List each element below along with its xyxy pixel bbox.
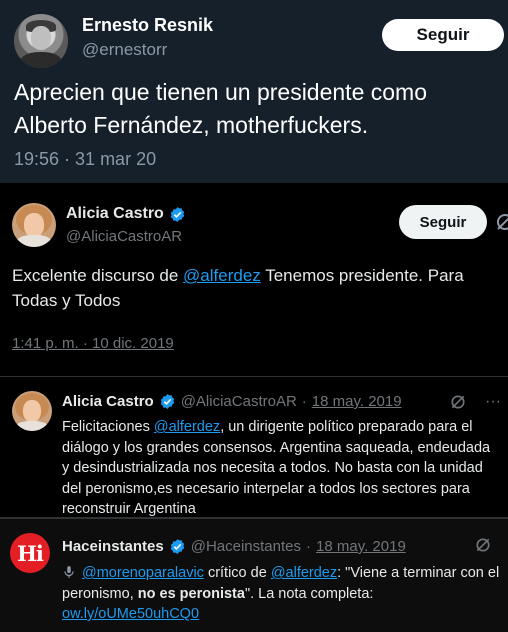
quoted-tweet-haceinstantes[interactable]: Hi Haceinstantes @Haceinstantes · 18 may… <box>0 517 508 632</box>
author-name[interactable]: Ernesto Resnik <box>82 15 213 36</box>
author-name[interactable]: Haceinstantes <box>62 538 164 555</box>
author-handle[interactable]: @AliciaCastroAR <box>66 228 182 245</box>
grok-icon[interactable] <box>494 211 508 233</box>
tweet-date[interactable]: 18 may. 2019 <box>312 393 402 410</box>
mention-link[interactable]: @alferdez <box>154 419 220 435</box>
quoted-tweet-header: Haceinstantes @Haceinstantes · 18 may. 2… <box>62 538 406 555</box>
follow-button[interactable]: Seguir <box>399 205 487 239</box>
more-options-icon[interactable]: ··· <box>485 393 501 411</box>
verified-badge-icon <box>170 206 184 222</box>
haceinstantes-logo[interactable]: Hi <box>10 533 50 573</box>
tweet-text: Excelente discurso de @alferdez Tenemos … <box>12 263 502 313</box>
tweet-timestamp[interactable]: 19:56 · 31 mar 20 <box>14 149 156 170</box>
author-handle[interactable]: @ernestorr <box>82 40 167 60</box>
avatar[interactable] <box>14 14 68 68</box>
text-segment: crítico de <box>203 565 271 581</box>
microphone-icon <box>64 566 74 578</box>
grok-icon[interactable] <box>474 536 492 554</box>
author-handle[interactable]: @AliciaCastroAR <box>181 393 297 410</box>
logo-text: Hi <box>17 540 44 566</box>
author-name[interactable]: Alicia Castro <box>62 393 154 410</box>
author-name[interactable]: Alicia Castro <box>66 205 164 223</box>
author-name-row[interactable]: Alicia Castro <box>66 205 186 223</box>
avatar[interactable] <box>12 391 52 431</box>
bold-text: no es peronista <box>137 585 245 602</box>
grok-icon[interactable] <box>449 393 467 411</box>
tweet-timestamp[interactable]: 1:41 p. m. · 10 dic. 2019 <box>12 335 174 352</box>
separator: · <box>306 538 311 555</box>
verified-badge-icon <box>160 394 174 409</box>
tweet-alicia-castro: Alicia Castro @AliciaCastroAR Seguir Exc… <box>0 197 508 373</box>
tweet-actions <box>474 536 492 554</box>
text-segment: ". La nota completa: <box>244 585 374 602</box>
text-segment: Felicitaciones <box>62 419 154 435</box>
tweet-text: Aprecien que tienen un presidente como A… <box>14 79 428 138</box>
quoted-tweet-alicia-castro[interactable]: Alicia Castro @AliciaCastroAR · 18 may. … <box>0 376 508 517</box>
tweet-date[interactable]: 18 may. 2019 <box>316 538 406 555</box>
quoted-tweet-text: @morenoparalavic crítico de @alferdez: "… <box>62 563 500 625</box>
mention-link[interactable]: @morenoparalavic <box>82 565 204 581</box>
external-link[interactable]: ow.ly/oUMe50uhCQ0 <box>62 606 199 622</box>
mention-link[interactable]: @alferdez <box>271 565 337 581</box>
separator: · <box>301 393 307 410</box>
text-segment: Excelente discurso de <box>12 266 184 285</box>
mention-link[interactable]: @alferdez <box>183 266 261 285</box>
verified-badge-icon <box>170 539 184 554</box>
tweet-actions: ··· <box>449 393 501 411</box>
quoted-tweet-header: Alicia Castro @AliciaCastroAR · 18 may. … <box>62 393 402 410</box>
author-handle[interactable]: @Haceinstantes <box>191 538 301 555</box>
follow-button[interactable]: Seguir <box>382 19 504 51</box>
quoted-tweet-text: Felicitaciones @alferdez, un dirigente p… <box>62 417 500 520</box>
tweet-ernesto-resnik: Ernesto Resnik @ernestorr Seguir Aprecie… <box>0 0 508 183</box>
avatar[interactable] <box>12 203 56 247</box>
